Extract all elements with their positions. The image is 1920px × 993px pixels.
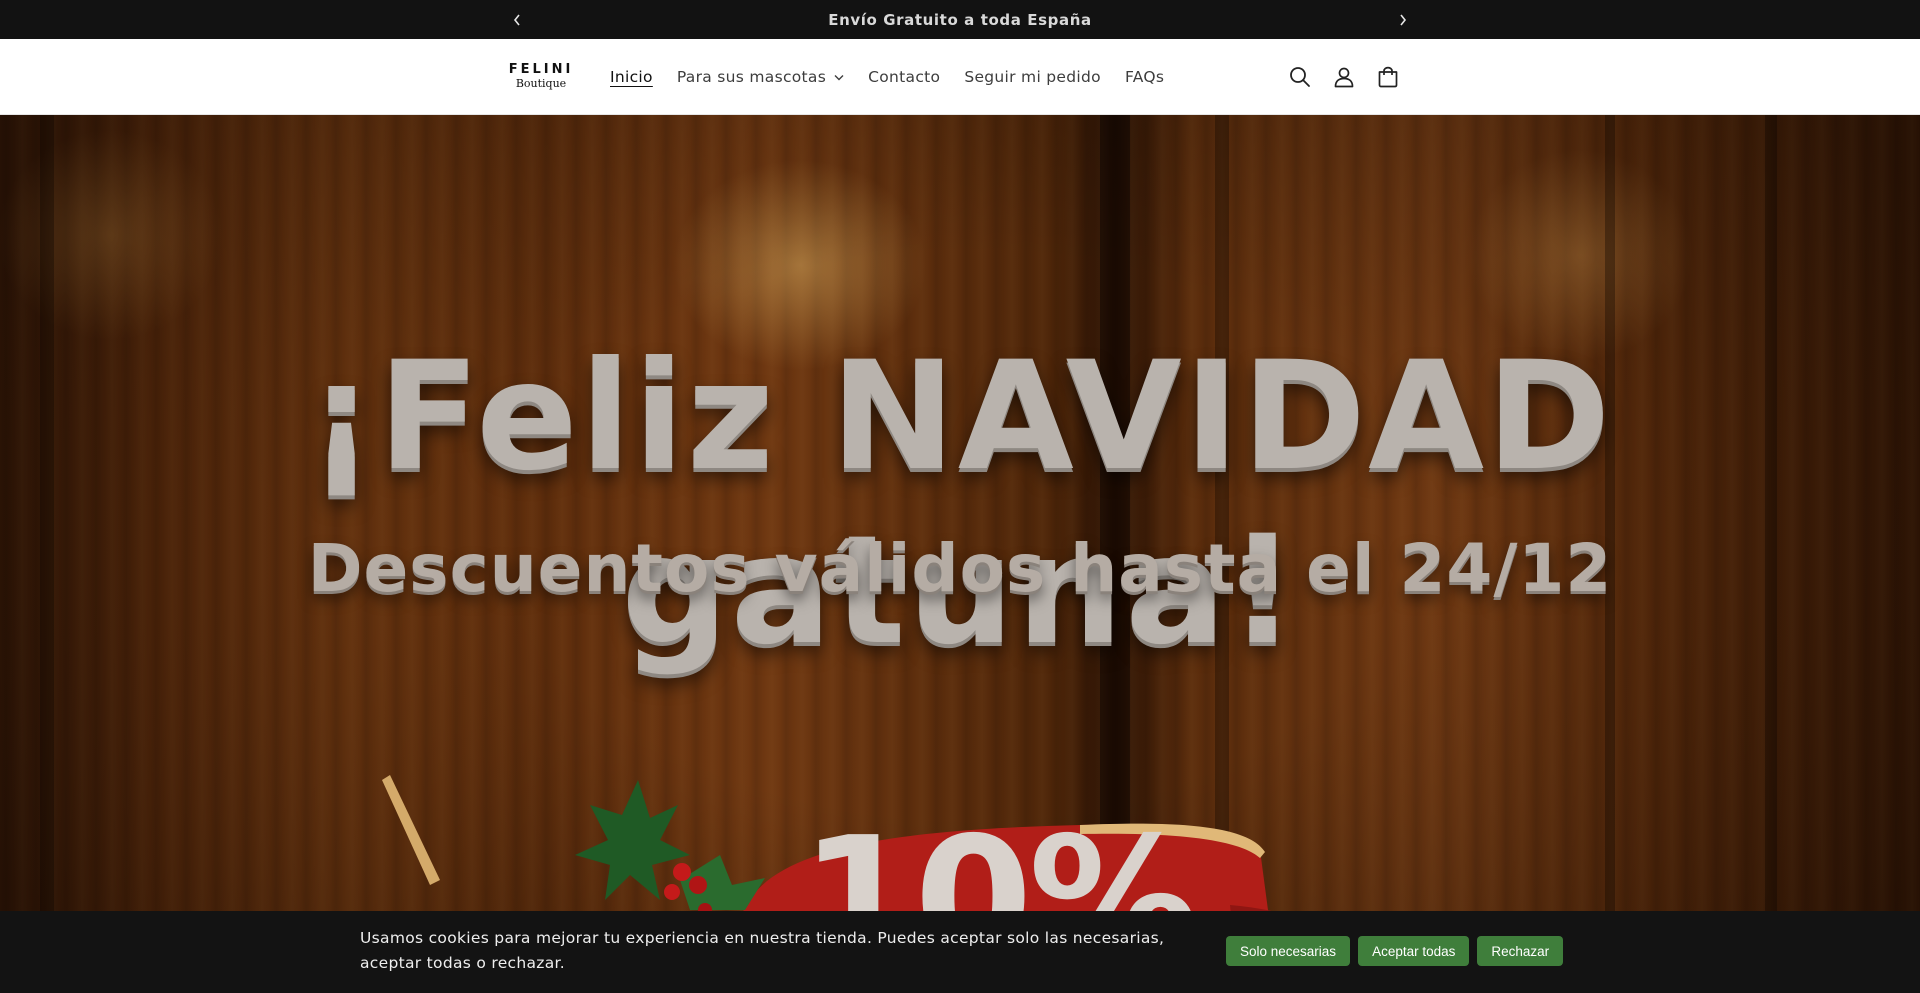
nav-item-seguir-mi-pedido[interactable]: Seguir mi pedido — [952, 68, 1113, 86]
cookie-banner: Usamos cookies para mejorar tu experienc… — [0, 911, 1920, 993]
logo-sub-text: Boutique — [515, 77, 567, 90]
nav-item-contacto[interactable]: Contacto — [856, 68, 952, 86]
chevron-down-icon — [834, 74, 844, 81]
main-nav: Inicio Para sus mascotas Contacto Seguir… — [598, 39, 1176, 115]
account-button[interactable] — [1322, 55, 1366, 99]
nav-item-label: Para sus mascotas — [676, 68, 827, 86]
announcement-text: Envío Gratuito a toda España — [828, 10, 1092, 29]
chevron-left-icon — [513, 14, 520, 25]
hero-title: ¡Feliz NAVIDAD gatuna! — [307, 330, 1613, 678]
page: Envío Gratuito a toda España FELINI Bout… — [0, 0, 1920, 993]
site-header: FELINI Boutique Inicio Para sus mascotas… — [0, 39, 1920, 115]
nav-item-inicio[interactable]: Inicio — [598, 68, 665, 86]
nav-item-para-sus-mascotas[interactable]: Para sus mascotas — [665, 68, 856, 86]
chevron-right-icon — [1400, 14, 1407, 25]
cart-button[interactable] — [1366, 55, 1410, 99]
account-icon — [1334, 67, 1354, 88]
cookie-actions: Solo necesarias Aceptar todas Rechazar — [1226, 936, 1564, 966]
store-logo[interactable]: FELINI Boutique — [508, 63, 574, 93]
announcement-bar: Envío Gratuito a toda España — [0, 0, 1920, 39]
logo-main-text: FELINI — [508, 62, 574, 77]
hero-subtitle: Descuentos válidos hasta el 24/12 — [307, 530, 1613, 607]
cookie-message: Usamos cookies para mejorar tu experienc… — [360, 929, 1165, 972]
header-icons — [1278, 39, 1410, 115]
announcement-next-button[interactable] — [1388, 0, 1418, 39]
cookie-necessary-button[interactable]: Solo necesarias — [1226, 936, 1351, 966]
search-button[interactable] — [1278, 55, 1322, 99]
announcement-prev-button[interactable] — [502, 0, 532, 39]
search-icon — [1290, 67, 1310, 87]
cookie-accept-all-button[interactable]: Aceptar todas — [1358, 936, 1470, 966]
nav-item-faqs[interactable]: FAQs — [1113, 68, 1176, 86]
cookie-reject-button[interactable]: Rechazar — [1477, 936, 1564, 966]
cart-icon — [1378, 66, 1398, 88]
hero-banner[interactable]: ¡Feliz NAVIDAD gatuna! Descuentos válido… — [0, 115, 1920, 993]
